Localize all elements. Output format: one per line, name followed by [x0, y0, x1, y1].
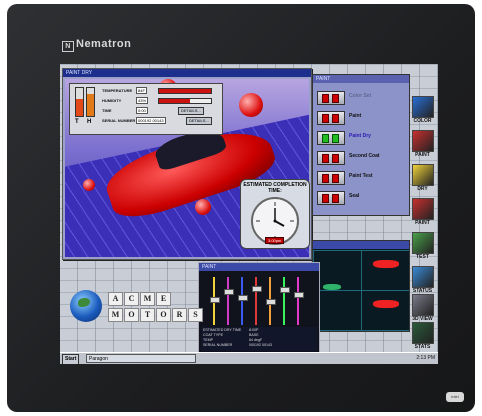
step-button[interactable] — [317, 91, 345, 105]
tool-dry[interactable]: DRY — [409, 162, 436, 196]
right-toolbar: COLOR PAINT DRY PAINT TEST STATUS 3D VIE… — [409, 66, 436, 350]
serial-details-button[interactable]: DETAILS... — [186, 117, 212, 125]
th-gauges: T H — [73, 87, 97, 125]
completion-title: ESTIMATED COMPLETION TIME: — [243, 182, 307, 194]
time-label: TIME — [102, 108, 112, 113]
temperature-indicator — [158, 88, 212, 94]
step-button[interactable] — [317, 111, 345, 125]
taskbar-item-paragon[interactable]: Paragon — [86, 354, 196, 363]
step-button[interactable] — [317, 171, 345, 185]
step-button[interactable] — [317, 191, 345, 205]
car-thumbnail — [373, 260, 399, 268]
paint-mixer-window: PAINT ESTIMATED DRY TIME 8:00P COAT TYPE B… — [198, 262, 320, 354]
brand-name: Nematron — [76, 38, 132, 50]
color-slider[interactable] — [224, 277, 234, 325]
screen: PAINT DRY T H TEMPERATURE 84F HUMIDITY 4… — [60, 64, 438, 364]
slider-knob[interactable] — [294, 291, 304, 298]
spray-gun-icon — [412, 198, 434, 220]
status-icon — [412, 266, 434, 288]
taskbar: Start Paragon 2:13 PM — [60, 352, 438, 364]
color-slider[interactable] — [266, 277, 276, 325]
color-slider[interactable] — [294, 277, 304, 325]
temperature-value: 84F — [136, 87, 147, 94]
color-slider[interactable] — [280, 277, 290, 325]
humidity-bar — [86, 87, 95, 117]
step-button[interactable] — [317, 151, 345, 165]
car-monitor-window — [312, 240, 410, 332]
sphere — [239, 93, 263, 117]
slider-knob[interactable] — [266, 299, 276, 305]
humidity-label: HUMIDITY — [102, 98, 122, 103]
start-label: Start — [65, 356, 77, 362]
completion-clock-panel: ESTIMATED COMPLETION TIME: 3:00pm — [240, 179, 310, 249]
sphere — [195, 199, 211, 215]
h-label: H — [87, 119, 92, 125]
test-icon — [412, 232, 434, 254]
gauges-panel: T H TEMPERATURE 84F HUMIDITY 43% TIME 0:… — [69, 83, 223, 135]
slider-knob[interactable] — [252, 285, 262, 292]
color-slider[interactable] — [210, 277, 220, 325]
intel-badge: intel — [446, 392, 464, 402]
temperature-bar — [75, 87, 84, 117]
dry-icon — [412, 164, 434, 186]
brand-logo: N Nematron — [62, 38, 131, 52]
completion-time: 3:00pm — [265, 237, 285, 244]
car-thumbnail — [323, 284, 341, 290]
humidity-indicator — [158, 98, 212, 104]
color-slider[interactable] — [252, 277, 262, 325]
step-button[interactable] — [317, 131, 345, 145]
taskbar-clock: 2:13 PM — [416, 355, 435, 361]
tool-test[interactable]: TEST — [409, 230, 436, 264]
paint-steps-window: PAINT Color Set Paint Paint Dry Second C… — [312, 74, 410, 216]
start-button[interactable]: Start — [62, 354, 80, 364]
sphere — [83, 179, 95, 191]
tool-paint-2[interactable]: PAINT — [409, 196, 436, 230]
serial-label: SERIAL NUMBER — [102, 118, 136, 123]
monitor-window-title — [313, 241, 409, 249]
serial-value: 000192 00143 — [136, 117, 166, 124]
spray-gun-icon — [412, 130, 434, 152]
monitor-grid — [313, 250, 409, 331]
paint-window-title: PAINT — [313, 75, 409, 83]
slider-knob[interactable] — [210, 296, 220, 303]
time-value: 0:00 — [136, 107, 148, 114]
color-slider[interactable] — [238, 277, 248, 325]
globe-icon — [70, 290, 102, 322]
humidity-value: 43% — [136, 97, 149, 104]
color-palette-icon — [412, 96, 434, 118]
scene-window-title: PAINT DRY — [63, 69, 311, 77]
time-details-button[interactable]: DETAILS... — [178, 107, 204, 115]
mixer-info: ESTIMATED DRY TIME 8:00P COAT TYPE BASE TE… — [201, 327, 317, 351]
nematron-icon: N — [62, 41, 74, 52]
stats-icon — [412, 322, 434, 344]
slider-knob[interactable] — [224, 289, 234, 296]
tool-paint[interactable]: PAINT — [409, 128, 436, 162]
car-thumbnail — [373, 300, 399, 308]
slider-knob[interactable] — [238, 294, 248, 301]
mixer-window-title: PAINT — [199, 263, 319, 271]
slider-knob[interactable] — [280, 286, 290, 293]
tool-stats[interactable]: STATS — [409, 320, 436, 354]
acme-motors-logo: A C M E M O T O R S — [66, 286, 203, 326]
3d-view-icon — [412, 294, 434, 316]
t-label: T — [75, 119, 79, 125]
temperature-label: TEMPERATURE — [102, 88, 133, 93]
tool-color[interactable]: COLOR — [409, 94, 436, 128]
